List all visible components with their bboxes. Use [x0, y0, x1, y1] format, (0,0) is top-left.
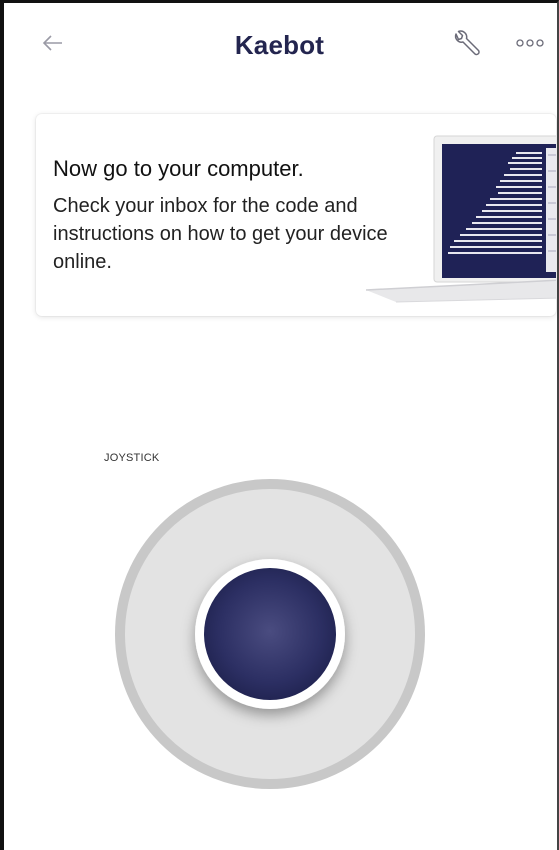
laptop-illustration-icon	[326, 130, 556, 310]
instruction-card: Now go to your computer. Check your inbo…	[36, 114, 556, 316]
joystick-label: JOYSTICK	[104, 452, 160, 464]
joystick-control[interactable]	[100, 470, 440, 810]
top-bar: Kaebot	[0, 0, 559, 92]
wrench-icon[interactable]	[448, 28, 482, 62]
more-options-icon[interactable]	[515, 36, 551, 50]
